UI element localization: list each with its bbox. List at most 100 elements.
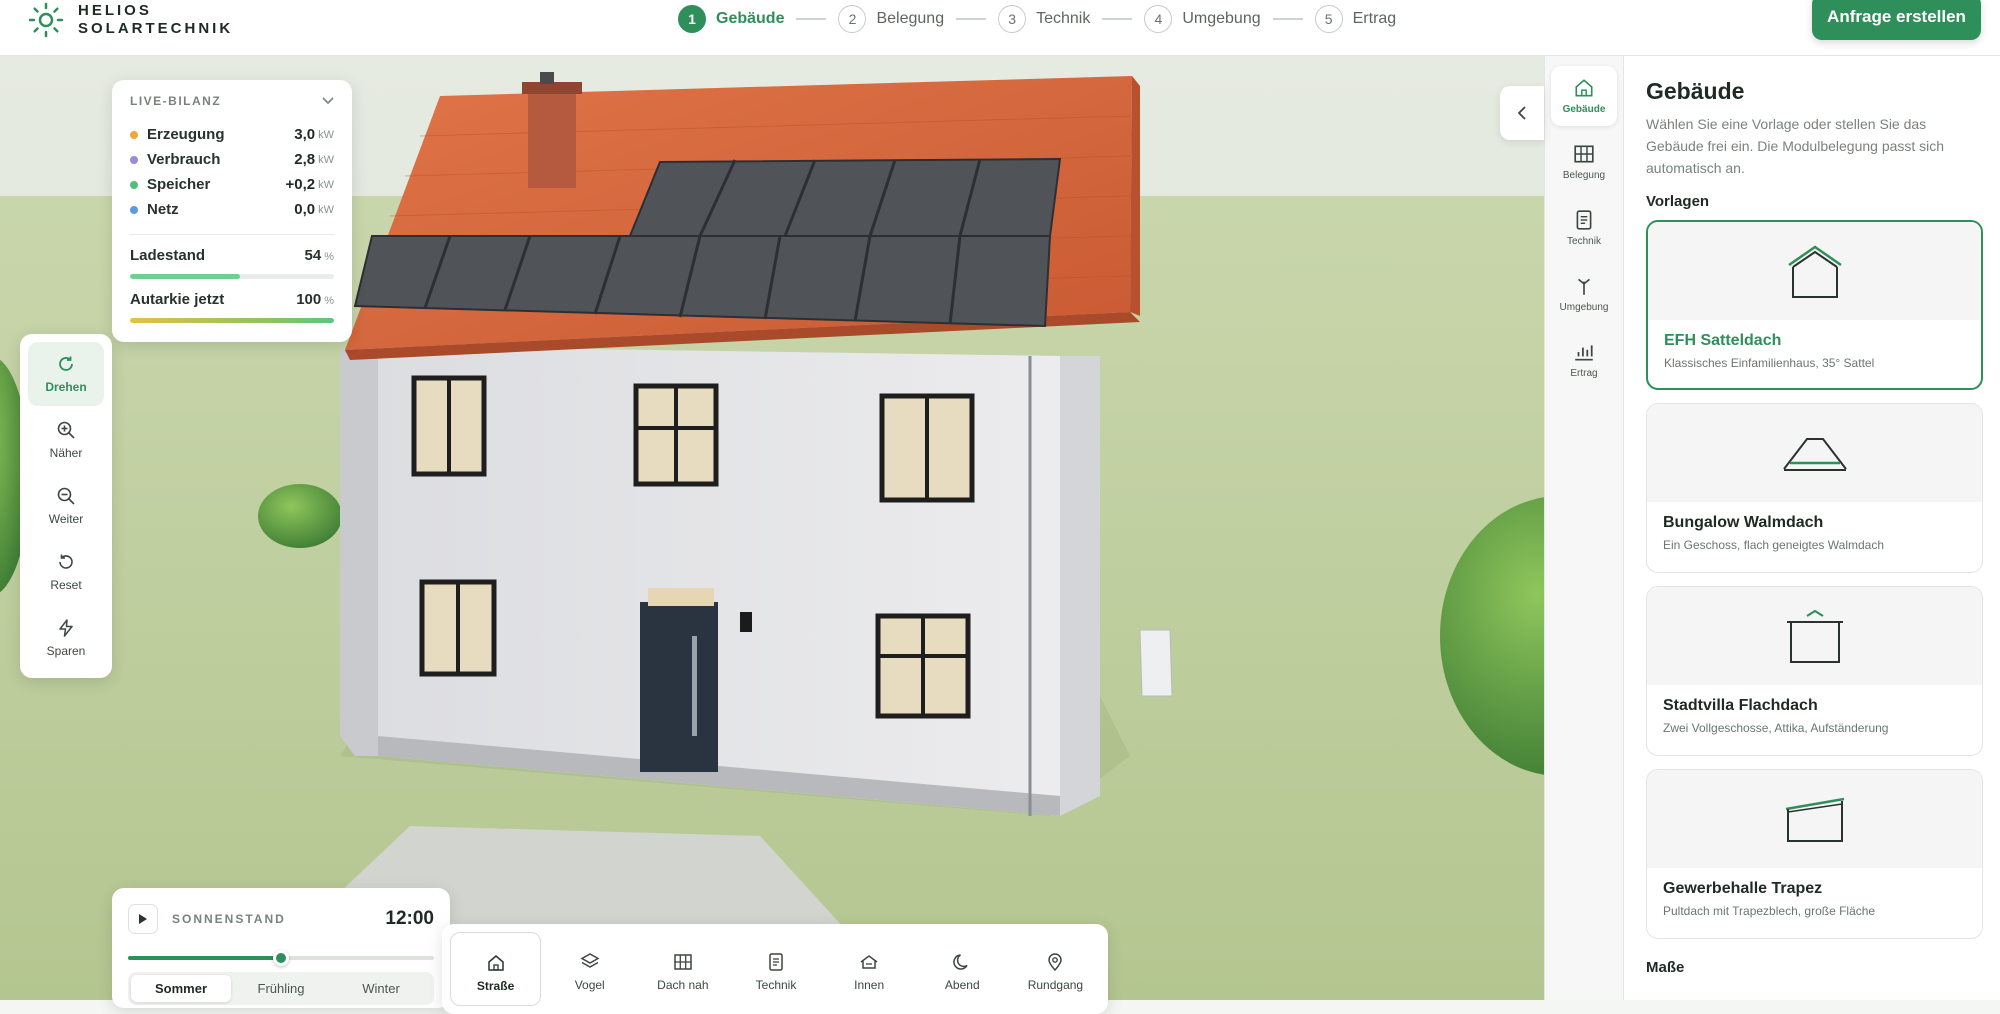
sun-time: 12:00 bbox=[385, 908, 434, 929]
view-technik[interactable]: Technik bbox=[731, 932, 820, 1006]
template-subtitle: Ein Geschoss, flach geneigtes Walmdach bbox=[1663, 538, 1884, 552]
season-toggle: Sommer Frühling Winter bbox=[128, 972, 434, 1005]
sun-position-card: SONNENSTAND 12:00 Sommer Frühling Winter bbox=[112, 888, 450, 1008]
rail-ertrag[interactable]: Ertrag bbox=[1551, 330, 1617, 390]
top-bar: HELIOS SOLARTECHNIK 1 Gebäude 2 Belegung… bbox=[0, 0, 2000, 56]
sun-title: SONNENSTAND bbox=[172, 912, 286, 926]
tool-weiter[interactable]: Weiter bbox=[28, 474, 104, 538]
view-label: Innen bbox=[854, 978, 885, 992]
view-dach-nah[interactable]: Dach nah bbox=[638, 932, 727, 1006]
row-value: 3,0 bbox=[294, 126, 316, 143]
step-number: 2 bbox=[838, 5, 867, 33]
row-label: Erzeugung bbox=[147, 126, 225, 143]
building-panel: Gebäude Wählen Sie eine Vorlage oder ste… bbox=[1624, 56, 2000, 1000]
template-preview bbox=[1647, 587, 1982, 685]
template-title: EFH Satteldach bbox=[1664, 332, 1782, 349]
brand-logo[interactable]: HELIOS SOLARTECHNIK bbox=[28, 2, 233, 38]
create-request-button[interactable]: Anfrage erstellen bbox=[1812, 0, 1981, 40]
view-innen[interactable]: Innen bbox=[825, 932, 914, 1006]
step-technik[interactable]: 3 Technik bbox=[998, 5, 1090, 33]
rail-technik[interactable]: Technik bbox=[1551, 198, 1617, 258]
view-label: Rundgang bbox=[1027, 978, 1084, 992]
panel-title: Gebäude bbox=[1646, 78, 1745, 104]
tool-naeher[interactable]: Näher bbox=[28, 408, 104, 472]
legend-dot bbox=[130, 180, 138, 189]
grid-icon bbox=[1574, 145, 1594, 163]
rail-label: Technik bbox=[1567, 236, 1601, 247]
moon-icon bbox=[953, 954, 968, 970]
live-row-verbrauch: Verbrauch 2,8 kW bbox=[130, 147, 334, 172]
template-stadtvilla-flachdach[interactable]: Stadtvilla Flachdach Zwei Vollgeschosse,… bbox=[1646, 586, 1983, 756]
row-value: +0,2 bbox=[285, 176, 316, 193]
template-preview bbox=[1647, 770, 1982, 868]
play-button[interactable] bbox=[128, 904, 158, 934]
step-belegung[interactable]: 2 Belegung bbox=[838, 5, 944, 33]
flat-roof-house-icon bbox=[1786, 609, 1843, 663]
camera-view-bar: Straße Vogel Dach nah Technik Innen Aben… bbox=[442, 924, 1108, 1014]
house-icon bbox=[487, 955, 504, 971]
chevron-left-icon bbox=[1517, 106, 1526, 120]
view-tools: Drehen Näher Weiter Reset Sparen bbox=[20, 334, 112, 678]
ladestand-meter: Ladestand 54% bbox=[130, 247, 334, 279]
view-vogel[interactable]: Vogel bbox=[545, 932, 634, 1006]
view-abend[interactable]: Abend bbox=[918, 932, 1007, 1006]
template-title: Stadtvilla Flachdach bbox=[1663, 697, 1818, 714]
house-inner-icon bbox=[860, 955, 878, 969]
row-unit: kW bbox=[318, 203, 334, 216]
rail-label: Gebäude bbox=[1562, 104, 1606, 115]
section-rail: Gebäude Belegung Technik Umgebung Ertrag bbox=[1544, 56, 1624, 1000]
view-label: Dach nah bbox=[657, 978, 709, 992]
step-number: 3 bbox=[998, 5, 1027, 33]
collapse-panel-button[interactable] bbox=[1500, 86, 1544, 140]
panel-description: Wählen Sie eine Vorlage oder stellen Sie… bbox=[1646, 116, 1945, 176]
time-slider[interactable] bbox=[128, 950, 434, 966]
step-separator bbox=[796, 18, 827, 20]
row-label: Netz bbox=[147, 201, 179, 218]
live-row-speicher: Speicher +0,2 kW bbox=[130, 172, 334, 197]
live-balance-card: LIVE-BILANZ Erzeugung 3,0 kW Verbrauch 2… bbox=[112, 80, 352, 342]
step-gebaeude[interactable]: 1 Gebäude bbox=[678, 5, 784, 33]
meter-label: Ladestand bbox=[130, 247, 206, 264]
bolt-icon bbox=[59, 619, 73, 637]
template-bungalow-walmdach[interactable]: Bungalow Walmdach Ein Geschoss, flach ge… bbox=[1646, 403, 1983, 573]
slider-fill bbox=[128, 956, 281, 960]
meter-value: 54 bbox=[304, 247, 322, 264]
template-efh-satteldach[interactable]: EFH Satteldach Klassisches Einfamilienha… bbox=[1646, 220, 1983, 390]
slider-knob[interactable] bbox=[273, 950, 289, 966]
step-number: 5 bbox=[1314, 5, 1343, 33]
template-preview bbox=[1648, 222, 1981, 320]
ladestand-fill bbox=[130, 274, 241, 279]
gable-roof-house-icon bbox=[1787, 245, 1842, 298]
rail-umgebung[interactable]: Umgebung bbox=[1551, 264, 1617, 324]
step-separator bbox=[1272, 18, 1303, 20]
rail-belegung[interactable]: Belegung bbox=[1551, 132, 1617, 192]
view-strasse[interactable]: Straße bbox=[450, 932, 542, 1006]
season-fruehling[interactable]: Frühling bbox=[231, 975, 331, 1002]
tool-label: Weiter bbox=[48, 512, 84, 526]
step-ertrag[interactable]: 5 Ertrag bbox=[1314, 5, 1396, 33]
brand-sub: SOLARTECHNIK bbox=[78, 20, 234, 37]
tool-drehen[interactable]: Drehen bbox=[28, 342, 104, 406]
live-row-netz: Netz 0,0 kW bbox=[130, 197, 334, 222]
tool-sparen[interactable]: Sparen bbox=[28, 606, 104, 670]
meter-label: Autarkie jetzt bbox=[130, 291, 225, 308]
rail-gebaeude[interactable]: Gebäude bbox=[1551, 66, 1617, 126]
brand-name: HELIOS bbox=[78, 2, 152, 19]
row-unit: kW bbox=[318, 128, 334, 141]
tool-label: Näher bbox=[49, 446, 83, 460]
view-rundgang[interactable]: Rundgang bbox=[1011, 932, 1100, 1006]
template-preview bbox=[1647, 404, 1982, 502]
legend-dot bbox=[130, 205, 138, 214]
row-value: 2,8 bbox=[294, 151, 316, 168]
season-winter[interactable]: Winter bbox=[331, 975, 431, 1002]
rail-label: Belegung bbox=[1562, 170, 1606, 181]
template-subtitle: Pultdach mit Trapezblech, große Fläche bbox=[1663, 904, 1876, 918]
rotate-icon bbox=[59, 356, 73, 371]
view-label: Straße bbox=[476, 979, 515, 993]
tool-reset[interactable]: Reset bbox=[28, 540, 104, 604]
step-umgebung[interactable]: 4 Umgebung bbox=[1144, 5, 1261, 33]
tree-icon bbox=[1577, 278, 1591, 295]
template-gewerbehalle-trapez[interactable]: Gewerbehalle Trapez Pultdach mit Trapezb… bbox=[1646, 769, 1983, 939]
chevron-down-icon[interactable] bbox=[322, 94, 334, 108]
season-sommer[interactable]: Sommer bbox=[131, 975, 231, 1002]
